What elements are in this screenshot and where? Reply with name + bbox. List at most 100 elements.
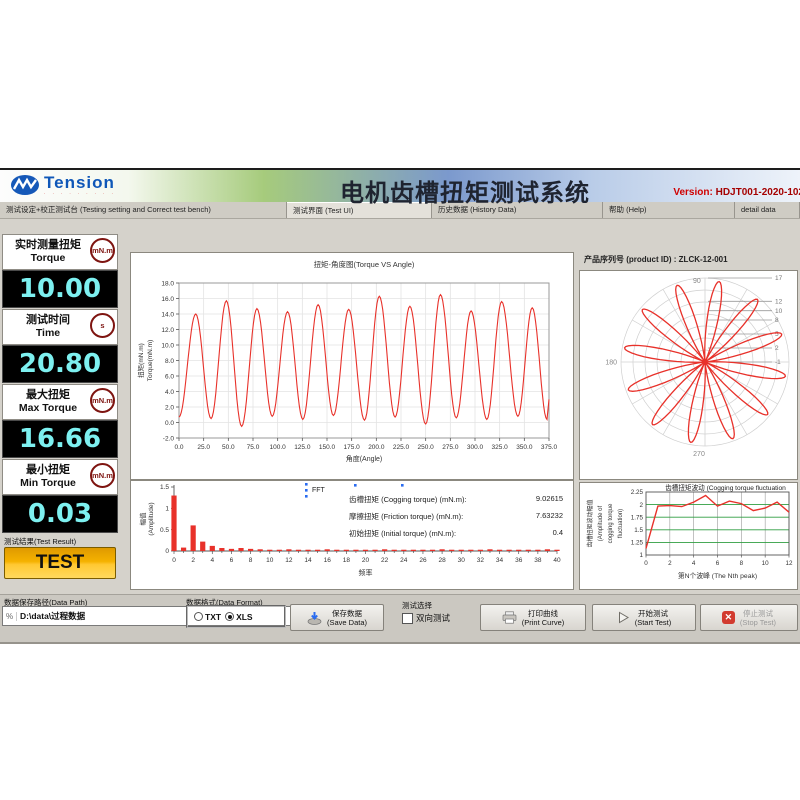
meter-label-zh: 实时测量扭矩 — [3, 238, 93, 252]
fft-chart-panel: 00.511.502468101214161820222426283032343… — [130, 480, 574, 590]
tab-help[interactable]: 帮助 (Help) — [603, 202, 735, 218]
friction-torque-row: 摩擦扭矩 (Friction torque) (mN.m): 7.63232 — [349, 511, 563, 522]
svg-text:齿槽扭矩波动 (Cogging torque fluctu: 齿槽扭矩波动 (Cogging torque fluctuation — [665, 483, 786, 492]
play-icon — [617, 611, 630, 624]
realtime-torque-display: 10.00 — [2, 270, 118, 308]
printer-icon — [502, 611, 517, 624]
svg-text:16: 16 — [324, 557, 332, 564]
svg-text:扭矩-角度图(Torque VS Angle): 扭矩-角度图(Torque VS Angle) — [314, 259, 415, 269]
svg-text:6: 6 — [230, 557, 234, 564]
svg-text:25.0: 25.0 — [197, 444, 210, 451]
svg-text:2: 2 — [775, 345, 779, 352]
svg-text:-1: -1 — [775, 359, 781, 366]
bidirectional-checkbox[interactable]: 双向测试 — [402, 612, 450, 624]
svg-text:8: 8 — [249, 557, 253, 564]
svg-text:125.0: 125.0 — [294, 444, 311, 451]
svg-text:200.0: 200.0 — [368, 444, 385, 451]
svg-text:2.0: 2.0 — [165, 404, 174, 411]
svg-text:38: 38 — [534, 557, 542, 564]
svg-text:14: 14 — [304, 557, 312, 564]
version-label: Version: — [673, 187, 712, 198]
svg-text:2.25: 2.25 — [631, 489, 644, 496]
unit-badge: mN.m — [90, 238, 115, 263]
svg-text:24: 24 — [400, 557, 408, 564]
svg-text:4.0: 4.0 — [165, 389, 174, 396]
svg-text:0.5: 0.5 — [160, 527, 169, 534]
polar-rose-chart: 171210852-190180270 — [580, 271, 797, 479]
print-curve-button[interactable]: 打印曲线 (Print Curve) — [480, 604, 586, 631]
svg-text:275.0: 275.0 — [442, 444, 459, 451]
svg-text:12: 12 — [785, 560, 793, 567]
radio-xls-icon[interactable] — [225, 612, 234, 621]
start-test-button[interactable]: 开始测试 (Start Test) — [592, 604, 696, 631]
save-data-button[interactable]: 保存数据 (Save Data) — [290, 604, 384, 631]
tension-logo: Tension · · · · · · · · · — [10, 174, 116, 196]
svg-text:100.0: 100.0 — [270, 444, 287, 451]
svg-text:2: 2 — [639, 502, 643, 509]
svg-text:350.0: 350.0 — [516, 444, 533, 451]
print-label-en: (Print Curve) — [522, 618, 565, 627]
tab-detail-data[interactable]: detail data — [735, 202, 800, 218]
version-info: Version: HDJT001-2020-102 — [673, 187, 800, 198]
svg-text:0: 0 — [172, 557, 176, 564]
svg-text:18: 18 — [343, 557, 351, 564]
svg-text:10: 10 — [762, 560, 770, 567]
product-id: 产品序列号 (product ID) : ZLCK-12-001 — [584, 254, 728, 265]
tab-test-setting[interactable]: 测试设定+校正测试台 (Testing setting and Correct … — [0, 202, 287, 218]
svg-text:28: 28 — [438, 557, 446, 564]
friction-torque-value: 7.63232 — [536, 511, 563, 522]
svg-text:fluctuation): fluctuation) — [618, 509, 624, 538]
svg-text:Torque(mN.m): Torque(mN.m) — [147, 340, 154, 382]
fluctuation-chart-panel: 11.251.51.7522.25024681012齿槽扭矩波动 (Coggin… — [579, 482, 798, 590]
svg-text:8.0: 8.0 — [165, 358, 174, 365]
svg-text:50.0: 50.0 — [222, 444, 235, 451]
svg-text:17: 17 — [775, 275, 783, 282]
meter-label-zh: 测试时间 — [3, 313, 93, 327]
cogging-torque-value: 9.02615 — [536, 494, 563, 505]
checkbox-icon[interactable] — [402, 613, 413, 624]
svg-text:角度(Angle): 角度(Angle) — [346, 454, 383, 463]
save-icon — [307, 611, 322, 625]
radio-txt-icon[interactable] — [194, 612, 203, 621]
stop-test-button[interactable]: ✕ 停止测试 (Stop Test) — [700, 604, 798, 631]
torque-angle-chart-panel: -2.00.02.04.06.08.010.012.014.016.018.00… — [130, 252, 574, 480]
svg-text:325.0: 325.0 — [492, 444, 509, 451]
app-window: Tension · · · · · · · · · 电机齿槽扭矩测试系统 Ver… — [0, 168, 800, 642]
test-result-indicator[interactable]: TEST — [4, 547, 116, 579]
svg-text:齿槽扭矩波动幅值: 齿槽扭矩波动幅值 — [586, 499, 594, 547]
svg-text:0: 0 — [165, 548, 169, 555]
svg-text:6: 6 — [716, 560, 720, 567]
svg-text:10: 10 — [775, 308, 783, 315]
tension-logo-icon — [10, 174, 40, 196]
meter-max-torque: 最大扭矩 Max Torque mN.m 16.66 — [2, 384, 118, 458]
radio-xls[interactable]: XLS — [225, 612, 253, 622]
svg-text:1: 1 — [639, 552, 643, 559]
initial-torque-label: 初始扭矩 (Initial torque) (mN.m): — [349, 528, 456, 539]
svg-text:20: 20 — [362, 557, 370, 564]
svg-text:扭矩(mN.m): 扭矩(mN.m) — [136, 343, 145, 378]
svg-text:频率: 频率 — [359, 568, 373, 577]
svg-text:6.0: 6.0 — [165, 373, 174, 380]
meter-label-en: Min Torque — [3, 477, 93, 490]
svg-text:1.5: 1.5 — [160, 484, 169, 491]
svg-text:16.0: 16.0 — [161, 296, 174, 303]
torque-angle-chart: -2.00.02.04.06.08.010.012.014.016.018.00… — [131, 253, 573, 479]
stop-icon: ✕ — [722, 611, 735, 624]
start-label-en: (Start Test) — [635, 618, 672, 627]
svg-text:2: 2 — [668, 560, 672, 567]
app-title: 电机齿槽扭矩测试系统 — [340, 173, 590, 208]
svg-text:225.0: 225.0 — [393, 444, 410, 451]
cogging-torque-row: 齿槽扭矩 (Cogging torque) (mN.m): 9.02615 — [349, 494, 563, 505]
version-value: HDJT001-2020-102 — [716, 187, 800, 198]
svg-text:30: 30 — [458, 557, 466, 564]
meter-realtime-torque: 实时测量扭矩 Torque mN.m 10.00 — [2, 234, 118, 308]
meter-label-en: Torque — [3, 252, 93, 265]
svg-text:34: 34 — [496, 557, 504, 564]
svg-text:0: 0 — [644, 560, 648, 567]
data-format-group: TXT XLS — [186, 605, 286, 628]
radio-txt[interactable]: TXT — [194, 612, 221, 622]
footer-toolbar: 数据保存路径(Data Path) % 数据格式(Data Format) TX… — [0, 594, 800, 644]
svg-text:1.5: 1.5 — [634, 527, 643, 534]
svg-text:90: 90 — [693, 278, 701, 285]
initial-torque-row: 初始扭矩 (Initial torque) (mN.m): 0.4 — [349, 528, 563, 539]
